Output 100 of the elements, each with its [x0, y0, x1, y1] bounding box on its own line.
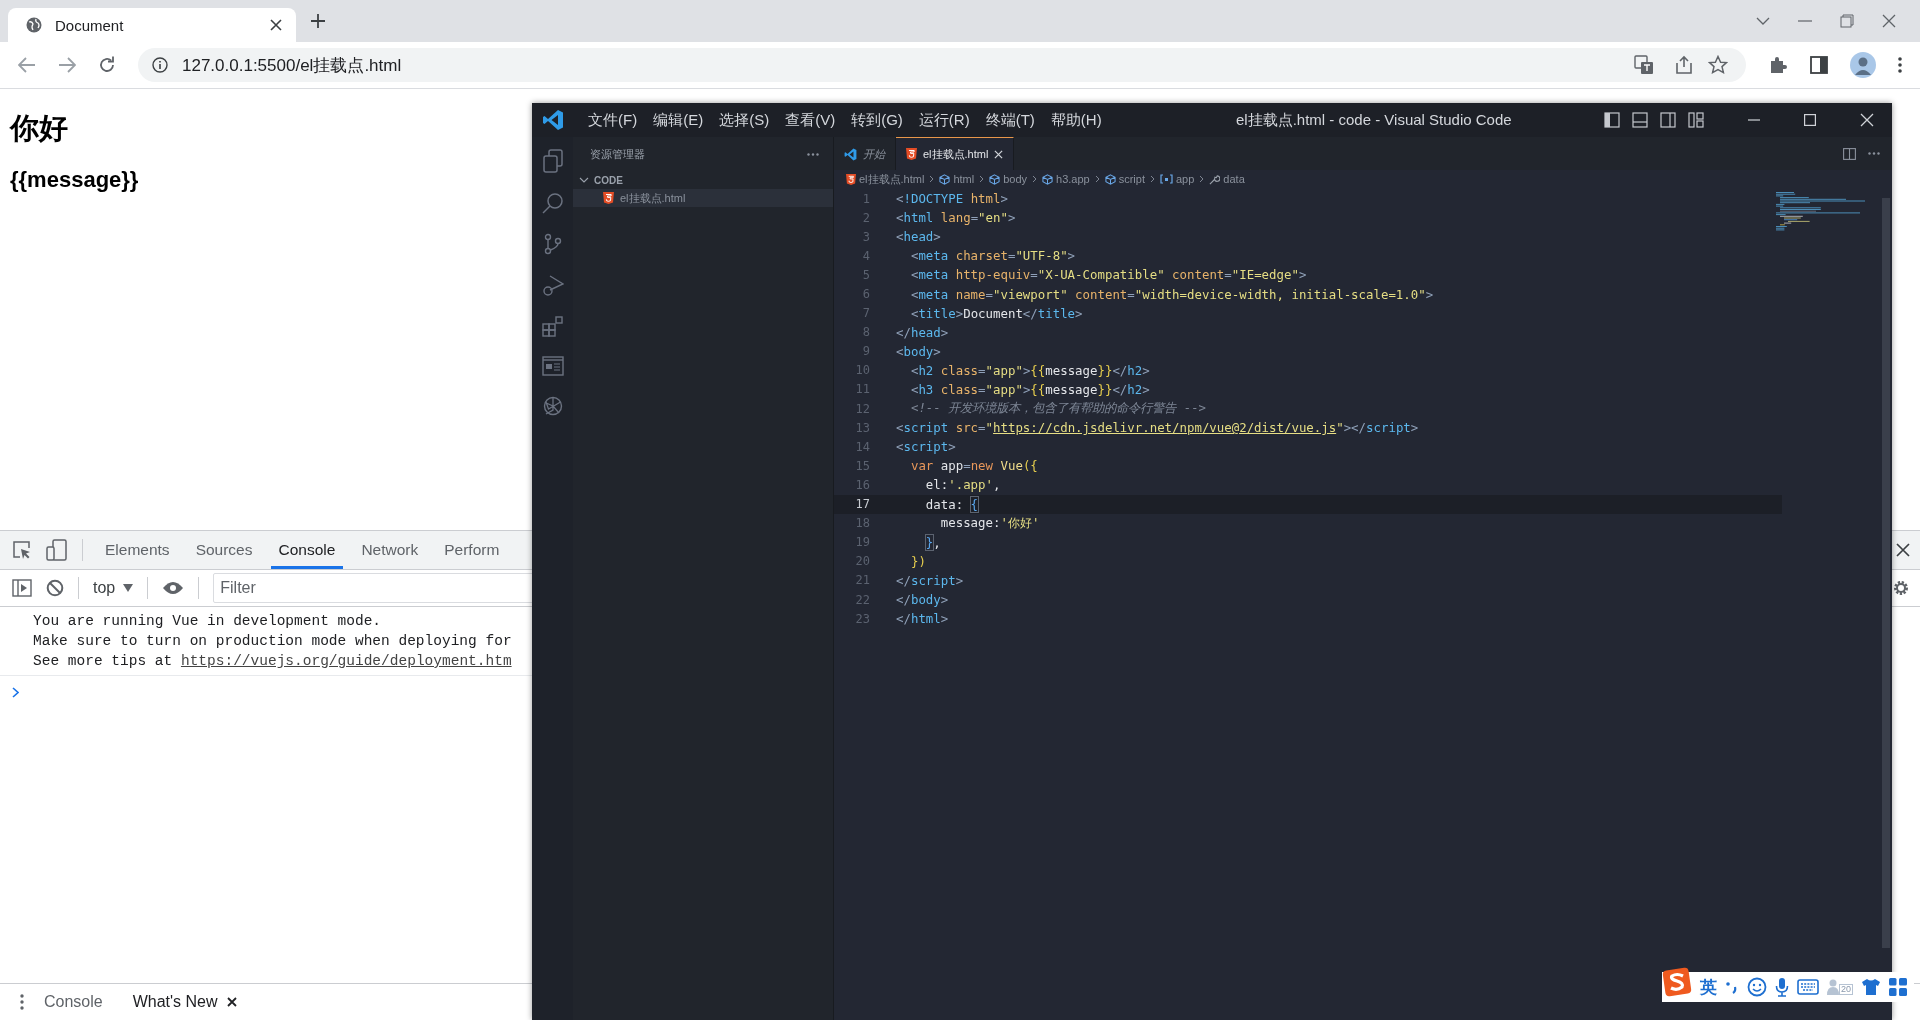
scrollbar[interactable] [1882, 198, 1890, 948]
star-icon[interactable] [1708, 55, 1728, 75]
folder-row[interactable]: CODE [573, 171, 833, 189]
menu-item[interactable]: 文件(F) [580, 110, 646, 130]
back-icon[interactable] [18, 57, 36, 73]
layout-grid-icon[interactable] [1688, 112, 1704, 128]
devtools-tab[interactable]: Sources [187, 531, 261, 569]
context-dropdown[interactable]: top [93, 579, 134, 597]
filter-field[interactable]: Filter [213, 573, 532, 603]
layout-split-icon[interactable] [1660, 112, 1676, 128]
drawer-tab[interactable]: Console [34, 984, 113, 1020]
line-number: 14 [854, 439, 871, 454]
chevron-down-icon[interactable] [1756, 16, 1770, 26]
sidebar-toggle-icon[interactable] [12, 579, 32, 597]
sidebar-icon[interactable] [1810, 56, 1828, 74]
menu-item[interactable]: 终端(T) [977, 110, 1043, 130]
code-line: <!DOCTYPE html> [896, 191, 1008, 207]
punctuation-icon[interactable] [1725, 980, 1739, 994]
more-icon[interactable] [1868, 152, 1880, 155]
code-line: </html> [896, 611, 949, 627]
info-icon[interactable] [152, 57, 168, 73]
breadcrumb-item[interactable]: data [1209, 173, 1245, 185]
close-icon[interactable] [1896, 543, 1910, 557]
source-control-icon[interactable] [542, 233, 563, 255]
breadcrumb-item[interactable]: script [1104, 173, 1145, 185]
code-line: <meta http-equiv="X-UA-Compatible" content="IE=edge"> [909, 267, 1307, 283]
more-icon[interactable] [20, 994, 24, 1010]
sogou-logo-icon[interactable] [1662, 967, 1692, 997]
translate-icon[interactable] [1634, 55, 1654, 75]
preview-panel-icon[interactable] [541, 356, 564, 376]
line-number: 19 [854, 535, 871, 550]
share-icon[interactable] [1674, 55, 1694, 75]
line-number: 8 [861, 325, 871, 340]
forward-icon[interactable] [58, 57, 76, 73]
menu-item[interactable]: 查看(V) [777, 110, 844, 130]
console-link[interactable]: https://vuejs.org/guide/deployment.htm [180, 651, 512, 671]
close-icon[interactable] [226, 997, 237, 1007]
smiley-icon[interactable] [1747, 977, 1767, 997]
breadcrumb-item[interactable]: app [1160, 173, 1195, 185]
menu-item[interactable]: 帮助(H) [1042, 110, 1110, 130]
line-number: 12 [854, 401, 871, 416]
menu-item[interactable]: 转到(G) [843, 110, 911, 130]
globe-icon [25, 16, 43, 34]
menu-item[interactable]: 运行(R) [910, 110, 978, 130]
devtools-tab[interactable]: Perform [436, 531, 508, 569]
input-mode[interactable]: 英 [1700, 975, 1717, 999]
browser-tab[interactable]: Document [8, 8, 296, 42]
devtools-tab[interactable]: Elements [97, 531, 178, 569]
split-editor-icon[interactable] [1843, 147, 1856, 160]
breadcrumb-item[interactable]: body [989, 173, 1028, 185]
maximize-icon[interactable] [1804, 114, 1816, 126]
code-line: <h2 class="app">{{message}}</h2> [909, 362, 1150, 378]
line-number: 20 [854, 554, 871, 569]
more-icon[interactable] [807, 152, 819, 156]
address-bar[interactable]: 127.0.0.1:5500/el挂载点.html [138, 48, 1746, 82]
settings-icon[interactable] [1892, 579, 1910, 597]
line-number: 4 [861, 248, 871, 263]
editor-tab[interactable]: el挂载点.html [896, 137, 1015, 170]
file-item[interactable]: el挂载点.html [573, 189, 833, 207]
page-heading: 你好 [10, 111, 68, 146]
wrench-icon [1209, 173, 1221, 185]
device-toolbar-icon[interactable] [46, 539, 68, 561]
close-icon[interactable] [270, 19, 282, 31]
layout-sidebar-icon[interactable] [1604, 112, 1620, 128]
code-line: <html lang="en"> [896, 210, 1016, 226]
code-line: var app=new Vue({ [909, 458, 1038, 474]
code-line: <script src="https://cdn.jsdelivr.net/npm/vue@2/dist/vue.js"></script> [896, 420, 1419, 436]
menu-item[interactable]: 编辑(E) [645, 110, 712, 130]
line-number: 6 [861, 287, 871, 301]
search-icon[interactable] [541, 192, 564, 214]
line-number: 9 [861, 344, 871, 359]
inspect-icon[interactable] [12, 540, 32, 560]
extensions-icon[interactable] [541, 315, 564, 337]
eye-icon[interactable] [162, 581, 185, 595]
microphone-icon[interactable] [1775, 977, 1789, 997]
code-line: }) [909, 553, 926, 569]
breadcrumb-item[interactable]: el挂载点.html [846, 171, 925, 187]
cube-icon [1042, 173, 1054, 185]
line-number: 1 [861, 191, 871, 206]
breadcrumb-item[interactable]: h3.app [1042, 173, 1090, 185]
layout-panel-icon[interactable] [1632, 112, 1648, 128]
menu-item[interactable]: 选择(S) [711, 110, 778, 130]
keyboard-icon[interactable] [1797, 979, 1819, 995]
reload-icon[interactable] [98, 56, 116, 74]
puzzle-icon[interactable] [1768, 55, 1788, 75]
run-debug-icon[interactable] [541, 274, 564, 296]
new-tab-icon[interactable] [310, 13, 326, 29]
restore-icon[interactable] [1840, 14, 1854, 28]
grid-icon[interactable] [1889, 978, 1907, 996]
shirt-icon[interactable] [1861, 978, 1881, 996]
url-text: 127.0.0.1:5500/el挂载点.html [182, 54, 402, 77]
breadcrumb-item[interactable]: html [939, 173, 975, 185]
avatar-icon[interactable] [1850, 52, 1876, 78]
prompt-chevron-icon[interactable] [12, 687, 19, 698]
code-line: <meta name="viewport" content="width=device-width, initial-scale=1.0"> [909, 286, 1434, 302]
clear-icon[interactable] [46, 579, 64, 597]
files-icon[interactable] [541, 149, 564, 173]
devtools-tab[interactable]: Console [270, 531, 344, 569]
more-icon[interactable] [1898, 57, 1902, 73]
devtools-tab[interactable]: Network [353, 531, 427, 569]
